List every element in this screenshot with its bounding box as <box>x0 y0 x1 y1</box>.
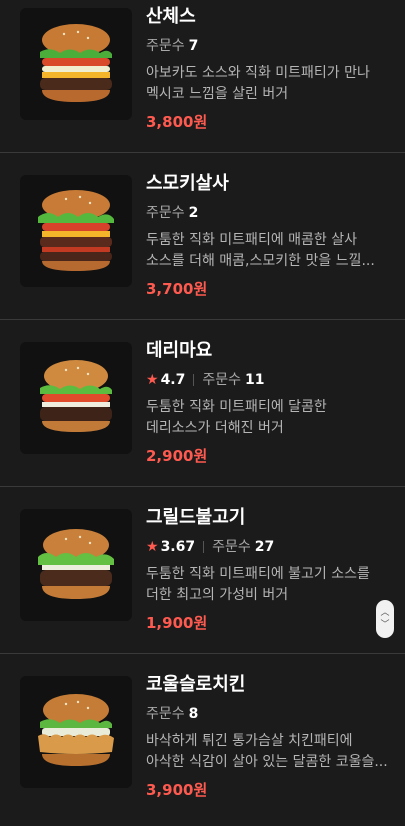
chicken-burger-image <box>20 676 132 788</box>
chevron-up-icon[interactable]: ︿ <box>380 607 389 619</box>
burger-image <box>20 342 132 454</box>
burger-image <box>20 175 132 287</box>
menu-item[interactable]: 그릴드불고기 ★ 3.67 주문수 27 두툼한 직화 미트패티에 불고기 소스… <box>0 487 405 654</box>
item-meta: 주문수 7 <box>146 37 391 55</box>
item-price: 3,800원 <box>146 113 208 131</box>
menu-item[interactable]: 데리마요 ★ 4.7 주문수 11 두툼한 직화 미트패티에 달콤한 데리소스가… <box>0 320 405 487</box>
item-rating: 3.67 <box>160 539 196 555</box>
scroll-control[interactable]: ︿ ﹀ <box>376 600 394 638</box>
item-meta: 주문수 8 <box>146 705 391 723</box>
orders-count: 7 <box>188 38 199 54</box>
orders-label: 주문수 <box>202 372 242 388</box>
item-meta: 주문수 2 <box>146 204 391 222</box>
orders-count: 11 <box>245 372 265 388</box>
item-meta: ★ 3.67 주문수 27 <box>146 538 391 556</box>
menu-item[interactable]: 코울슬로치킨 주문수 8 바삭하게 튀긴 통가슴살 치킨패티에 아삭한 식감이 … <box>0 654 405 821</box>
orders-label: 주문수 <box>212 539 251 555</box>
orders-label: 주문수 <box>146 706 185 722</box>
item-description: 두툼한 직화 미트패티에 매콤한 살사 소스를 더해 매콤,스모키한 맛을 느낄… <box>146 232 375 269</box>
orders-count: 27 <box>254 539 275 555</box>
item-price: 3,900원 <box>146 781 208 799</box>
item-description: 아보카도 소스와 직화 미트패티가 만나 멕시코 느낌을 살린 버거 <box>146 65 370 102</box>
item-price: 2,900원 <box>146 447 208 465</box>
burger-image <box>20 509 132 621</box>
item-name: 코울슬로치킨 <box>146 674 246 695</box>
star-icon: ★ <box>146 539 159 555</box>
menu-item[interactable]: 산체스 주문수 7 아보카도 소스와 직화 미트패티가 만나 멕시코 느낌을 살… <box>0 0 405 153</box>
item-name: 스모키살사 <box>146 173 229 194</box>
orders-count: 8 <box>188 706 199 722</box>
menu-list: 산체스 주문수 7 아보카도 소스와 직화 미트패티가 만나 멕시코 느낌을 살… <box>0 0 405 826</box>
divider <box>193 374 195 386</box>
orders-count: 2 <box>188 205 199 221</box>
item-meta: ★ 4.7 주문수 11 <box>146 371 391 389</box>
star-icon: ★ <box>146 372 159 388</box>
orders-label: 주문수 <box>146 205 185 221</box>
item-name: 데리마요 <box>146 340 213 361</box>
item-name: 산체스 <box>146 6 196 27</box>
menu-item[interactable]: 스모키살사 주문수 2 두툼한 직화 미트패티에 매콤한 살사 소스를 더해 매… <box>0 153 405 320</box>
item-rating: 4.7 <box>160 372 186 388</box>
orders-label: 주문수 <box>146 38 185 54</box>
divider <box>203 541 205 553</box>
item-price: 3,700원 <box>146 280 208 298</box>
item-name: 그릴드불고기 <box>146 507 246 528</box>
item-description: 두툼한 직화 미트패티에 불고기 소스를 더한 최고의 가성비 버거 <box>146 566 370 603</box>
item-price: 1,900원 <box>146 614 208 632</box>
item-description: 두툼한 직화 미트패티에 달콤한 데리소스가 더해진 버거 <box>146 399 327 436</box>
chevron-down-icon[interactable]: ﹀ <box>380 619 389 631</box>
item-description: 바삭하게 튀긴 통가슴살 치킨패티에 아삭한 식감이 살아 있는 달콤한 코울슬… <box>146 733 388 770</box>
burger-image <box>20 8 132 120</box>
